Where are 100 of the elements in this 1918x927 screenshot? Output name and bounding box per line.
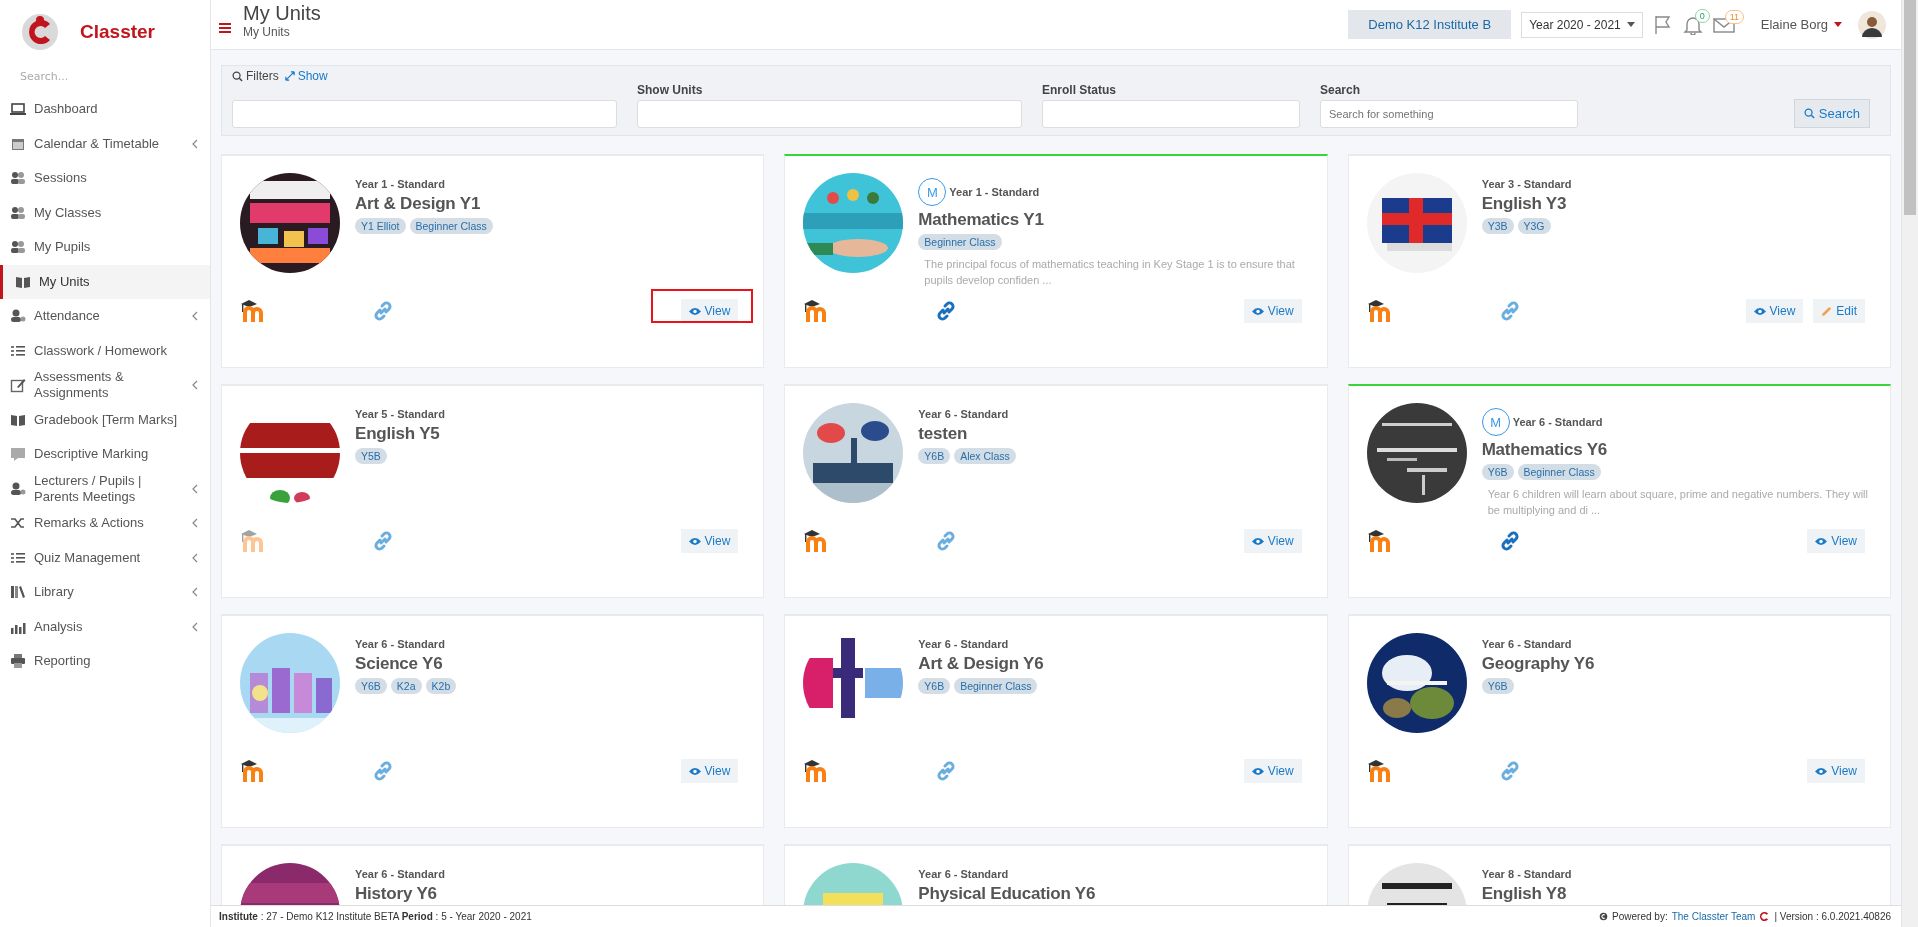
flag-icon[interactable] [1652,14,1673,35]
cap-logo-icon[interactable] [1366,759,1393,783]
view-button[interactable]: View [1243,529,1302,553]
class-tag: Y1 Elliot [355,218,406,234]
unit-description: Year 6 children will learn about square, prime and negative numbers. They will be multiplying and di ... [1487,487,1869,518]
unit-level: Year 6 - Standard [1512,416,1603,428]
sidebar-item[interactable]: Lecturers / Pupils | Parents Meetings [0,471,210,506]
class-tag: Beginner Class [954,678,1038,694]
unit-title: History Y6 [355,884,438,904]
view-button[interactable]: View [1807,759,1865,783]
eye-icon [688,536,701,546]
field-label: Enroll Status [1042,83,1117,97]
sidebar-item[interactable]: My Classes [0,195,210,230]
field-label: Search [1320,83,1362,97]
unit-title: English Y8 [1481,884,1568,904]
link-icon[interactable] [371,299,395,323]
caret-icon [1626,22,1635,27]
unit-title: Physical Education Y6 [918,884,1096,904]
class-tag: Y6B [1481,678,1514,694]
sidebar-item[interactable]: Analysis [0,609,210,644]
chevron-icon [192,311,198,322]
unit-level: Year 6 - Standard [1481,638,1572,650]
sidebar-item[interactable]: My Units [0,264,210,299]
powered-by-label: Powered by: [1612,911,1668,922]
filters-label: Filters [232,69,279,83]
view-button[interactable]: View [1243,759,1302,783]
unit-title: English Y5 [355,424,441,444]
chevron-icon [192,587,198,598]
unit-description: The principal focus of mathematics teaching in Key Stage 1 is to ensure that pupils develop confiden ... [924,257,1296,288]
eye-icon [688,766,701,776]
sidebar-item[interactable]: Reporting [0,644,210,679]
class-tag: K2b [425,678,457,694]
version-label: | Version : 6.0.2021.40826 [1774,911,1891,922]
sidebar-item[interactable]: Remarks & Actions [0,506,210,541]
year-dropdown[interactable]: Year 2020 - 2021 [1521,11,1643,38]
people-icon [10,170,26,187]
sidebar-item[interactable]: Calendar & Timetable [0,126,210,161]
unit-level: Year 6 - Standard [355,868,445,880]
logo-icon [1759,911,1771,922]
sidebar-item[interactable]: Dashboard [0,92,210,127]
eye-icon [1815,766,1828,776]
sidebar-item[interactable]: Library [0,575,210,610]
unit-level: Year 1 - Standard [355,178,445,190]
view-button[interactable]: View [1243,299,1302,323]
cap-logo-icon[interactable] [240,299,266,323]
edit-button[interactable]: Edit [1813,299,1865,323]
cap-logo-icon[interactable] [1366,529,1393,553]
sidebar-item[interactable]: My Pupils [0,230,210,265]
eye-icon [1815,536,1828,546]
sidebar-item[interactable]: Descriptive Marking [0,437,210,472]
field-label: Show Units [637,83,704,97]
search-icon [232,70,243,82]
user-menu[interactable]: Elaine Borg [1754,16,1848,33]
unit-title: Mathematics Y6 [1481,440,1609,460]
scrollbar[interactable] [1901,0,1918,927]
team-link[interactable]: The Classter Team [1671,911,1756,922]
sidebar-item[interactable]: Assessments & Assignments [0,368,210,403]
search-button[interactable]: Search [1793,99,1870,128]
bell-icon[interactable] [1682,14,1703,35]
copyright-icon [1599,912,1609,921]
sidebar-item[interactable]: Attendance [0,299,210,334]
search-input[interactable]: Search for something [1320,100,1578,128]
class-tag: Beginner Class [409,218,493,234]
link-icon[interactable] [371,759,395,783]
view-button[interactable]: View [1807,529,1865,553]
people-icon [10,239,26,256]
books-icon [10,584,26,601]
view-button[interactable]: View [1745,299,1804,323]
search-icon [1803,108,1815,119]
avatar[interactable] [1858,10,1886,39]
search-field[interactable]: Search... [18,69,192,84]
view-button[interactable]: View [680,299,739,323]
pencil-icon [10,377,26,394]
sidebar-item[interactable]: Classwork / Homework [0,333,210,368]
cap-logo-icon[interactable] [1366,299,1393,323]
footer-info: Institute : 27 - Demo K12 Institute BETA Period : 5 - Year 2020 - 2021 [219,911,532,922]
view-button[interactable]: View [680,759,739,783]
unit-title: English Y3 [1481,194,1568,214]
view-button[interactable]: View [680,529,739,553]
link-icon[interactable] [371,529,395,553]
class-tag: Y3G [1517,218,1551,234]
class-tag: Y3B [1481,218,1514,234]
class-tag: Y6B [355,678,387,694]
breadcrumb: My Units [243,25,291,39]
menu-icon[interactable] [219,22,231,34]
unit-level: Year 1 - Standard [949,186,1040,198]
cap-logo-icon[interactable] [240,759,266,783]
show-link[interactable]: Show [284,69,328,83]
message-count: 11 [1724,9,1745,24]
eye-icon [688,306,701,316]
sidebar-item[interactable]: Gradebook [Term Marks] [0,402,210,437]
sidebar-item[interactable]: Quiz Management [0,540,210,575]
institute-button[interactable]: Demo K12 Institute B [1348,10,1512,39]
notification-count: 0 [1694,8,1710,23]
expand-icon [284,71,295,81]
unit-title: Science Y6 [355,654,444,674]
unit-level: Year 6 - Standard [918,868,1009,880]
unit-level: Year 6 - Standard [355,638,445,650]
sidebar-item[interactable]: Sessions [0,161,210,196]
unit-title: Mathematics Y1 [918,210,1045,230]
